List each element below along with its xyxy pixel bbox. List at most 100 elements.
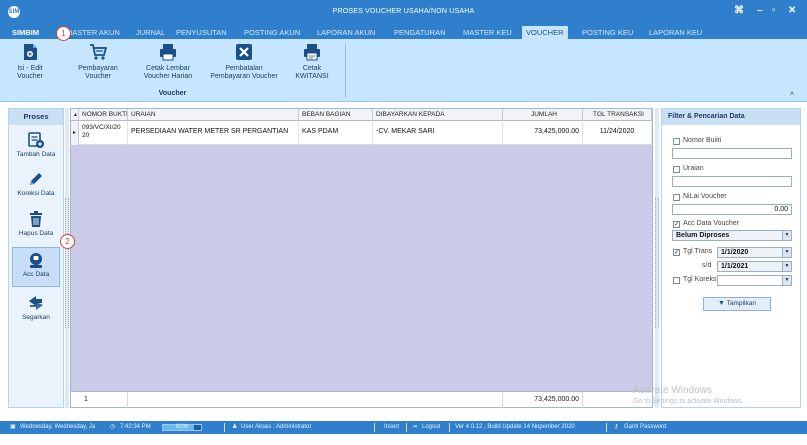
stamp-icon [30,253,42,268]
status-date: Wednesday, Wednesday, Ja [20,424,96,430]
tab-simbim[interactable]: SIMBIM [8,26,43,39]
application-window: SIM PROSES VOUCHER USAHA/NON USAHA ⌘ – ▫… [0,0,807,445]
clock-icon: ◷ [110,424,116,430]
cell-nomor-bukti[interactable]: 093/VC/XI/2020 [79,121,128,145]
pembayaran-voucher-button[interactable]: Pembayaran Voucher [76,42,120,81]
column-header-uraian[interactable]: URAIAN [128,109,299,121]
restore-button[interactable]: ▫ [772,5,776,17]
cart-icon [90,44,108,60]
logout-icon[interactable]: ⇥ [412,421,417,434]
right-splitter[interactable] [655,108,659,408]
koreksi-data-button[interactable]: Koreksi Data [9,170,63,197]
cetak-kwitansi-button[interactable]: Cetak KWITANSI [290,42,334,81]
minimize-button[interactable]: – [757,5,763,17]
nilai-voucher-input[interactable]: 0.00 [672,204,792,215]
chevron-down-icon[interactable]: ▼ [782,248,791,257]
hapus-data-button[interactable]: Hapus Data [9,210,63,237]
tab-master-akun[interactable]: MASTER AKUN [62,26,124,39]
table-row[interactable]: ▸ 093/VC/XI/2020 PERSEDIAAN WATER METER … [71,121,652,145]
calendar-icon: ▣ [10,424,16,430]
uraian-input[interactable] [672,176,792,187]
nomor-bukti-checkbox[interactable] [673,138,680,145]
footer-total-jumlah: 73,425,000.00 [503,392,583,408]
tab-master-keu[interactable]: MASTER KEU [459,26,516,39]
user-icon: ♟ [232,424,238,430]
tambah-data-button[interactable]: Tambah Data [9,131,63,158]
status-user: User Akses : Administrator [241,424,312,430]
nomor-bukti-input[interactable] [672,148,792,159]
tab-jurnal[interactable]: JURNAL [132,26,169,39]
trash-icon [30,211,42,227]
cell-jumlah[interactable]: 73,425,000.00 [503,121,583,145]
acc-data-button[interactable]: Acc Data [12,247,60,287]
cetak-lembar-voucher-harian-button[interactable]: Cetak Lembar Voucher Harian [138,42,198,81]
cell-beban-bagian[interactable]: KAS PDAM [299,121,373,145]
tab-pengaturan[interactable]: PENGATURAN [390,26,450,39]
column-header-tgl-transaksi[interactable]: TGL TRANSAKSI [583,109,652,121]
voucher-group-label: Voucher [158,90,187,97]
tab-penyusutan[interactable]: PENYUSUTAN [172,26,231,39]
pencil-icon [30,173,42,185]
callout-1: 1 [56,26,71,41]
tab-laporan-keu[interactable]: LAPORAN KEU [645,26,706,39]
add-data-icon [28,132,44,148]
ribbon-tabs: SIMBIM MASTER AKUN JURNAL PENYUSUTAN POS… [0,25,807,39]
chevron-down-icon[interactable]: ▼ [782,276,791,285]
column-header-beban-bagian[interactable]: BEBAN BAGIAN [299,109,373,121]
row-indicator-icon: ▸ [71,121,79,145]
tgl-trans-sd-label: s/d [702,262,712,269]
column-header-jumlah[interactable]: JUMLAH [503,109,583,121]
proses-panel: Proses Tambah Data Koreksi Data Hapus Da… [8,108,64,408]
grid-header: ▲ NOMOR BUKTI URAIAN BEBAN BAGIAN DIBAYA… [71,109,652,121]
status-insert: Insert [384,424,400,430]
column-header-nomor-bukti[interactable]: NOMOR BUKTI [79,109,128,121]
tgl-trans-label: Tgl Trans [683,248,713,255]
logout-link[interactable]: Logout [422,421,440,434]
status-time: 7:42:34 PM [120,424,151,430]
tab-posting-akun[interactable]: POSTING AKUN [240,26,304,39]
filter-panel: Filter & Pencarian Data Nomor Buiiti Ura… [661,108,801,408]
ganti-password-link[interactable]: Ganti Password [624,421,666,434]
ribbon-panel: Isi - Edit Voucher Pembayaran Voucher Ce… [0,39,807,102]
grid-footer: 1 73,425,000.00 [71,391,652,408]
ribbon-separator [345,43,346,98]
nilai-voucher-label: NiLai Voucher [683,193,727,200]
tgl-koreksi-checkbox[interactable] [673,277,680,284]
chevron-down-icon[interactable]: ▼ [782,231,791,240]
tab-laporan-akun[interactable]: LAPORAN AKUN [313,26,379,39]
cell-tgl-transaksi[interactable]: 11/24/2020 [583,121,652,145]
close-button[interactable]: ✕ [788,5,796,17]
isi-edit-voucher-button[interactable]: Isi - Edit Voucher [10,42,50,81]
nilai-voucher-checkbox[interactable] [673,194,680,201]
cell-dibayarkan-kepada[interactable]: -CV. MEKAR SARI [373,121,503,145]
tgl-trans-to-date[interactable]: 1/1/2021 ▼ [717,261,792,272]
cell-uraian[interactable]: PERSEDIAAN WATER METER SR PERGANTIAN [128,121,299,145]
bottom-strip [0,434,807,445]
segarkan-button[interactable]: Segarkan [9,294,63,321]
nomor-bukti-label: Nomor Buiiti [683,137,722,144]
left-splitter[interactable] [65,108,69,408]
title-bar: SIM PROSES VOUCHER USAHA/NON USAHA ⌘ – ▫… [0,0,807,25]
tab-posting-keu[interactable]: POSTING KEU [578,26,637,39]
window-title: PROSES VOUCHER USAHA/NON USAHA [332,8,475,15]
key-icon[interactable]: ⚷ [614,421,618,434]
acc-data-voucher-checkbox[interactable]: ✓ [673,221,680,228]
tab-voucher[interactable]: VOUCHER [522,26,568,39]
uraian-checkbox[interactable] [673,166,680,173]
tgl-koreksi-date[interactable]: ▼ [717,275,792,286]
printer-icon [160,44,176,61]
column-header-dibayarkan-kepada[interactable]: DIBAYARKAN KEPADA [373,109,503,121]
tampilkan-button[interactable]: ▼ Tampilkan [703,297,771,311]
acc-data-voucher-select[interactable]: Belum Diproses ▼ [672,230,792,241]
print-receipt-icon [304,44,320,61]
tgl-koreksi-label: Tgl Koreksi [683,276,719,283]
refresh-icon [29,296,43,310]
chevron-down-icon[interactable]: ▼ [782,262,791,271]
pin-icon[interactable]: ⌘ [734,5,744,17]
tgl-trans-from-date[interactable]: 1/1/2020 ▼ [717,247,792,258]
footer-row-count: 1 [79,392,128,408]
pembatalan-pembayaran-voucher-button[interactable]: Pembatalan Pembayaran Voucher [204,42,284,81]
tgl-trans-checkbox[interactable]: ✓ [673,249,680,256]
ribbon-collapse-icon[interactable]: ˄ [790,91,794,98]
sort-indicator-icon[interactable]: ▲ [71,109,79,121]
